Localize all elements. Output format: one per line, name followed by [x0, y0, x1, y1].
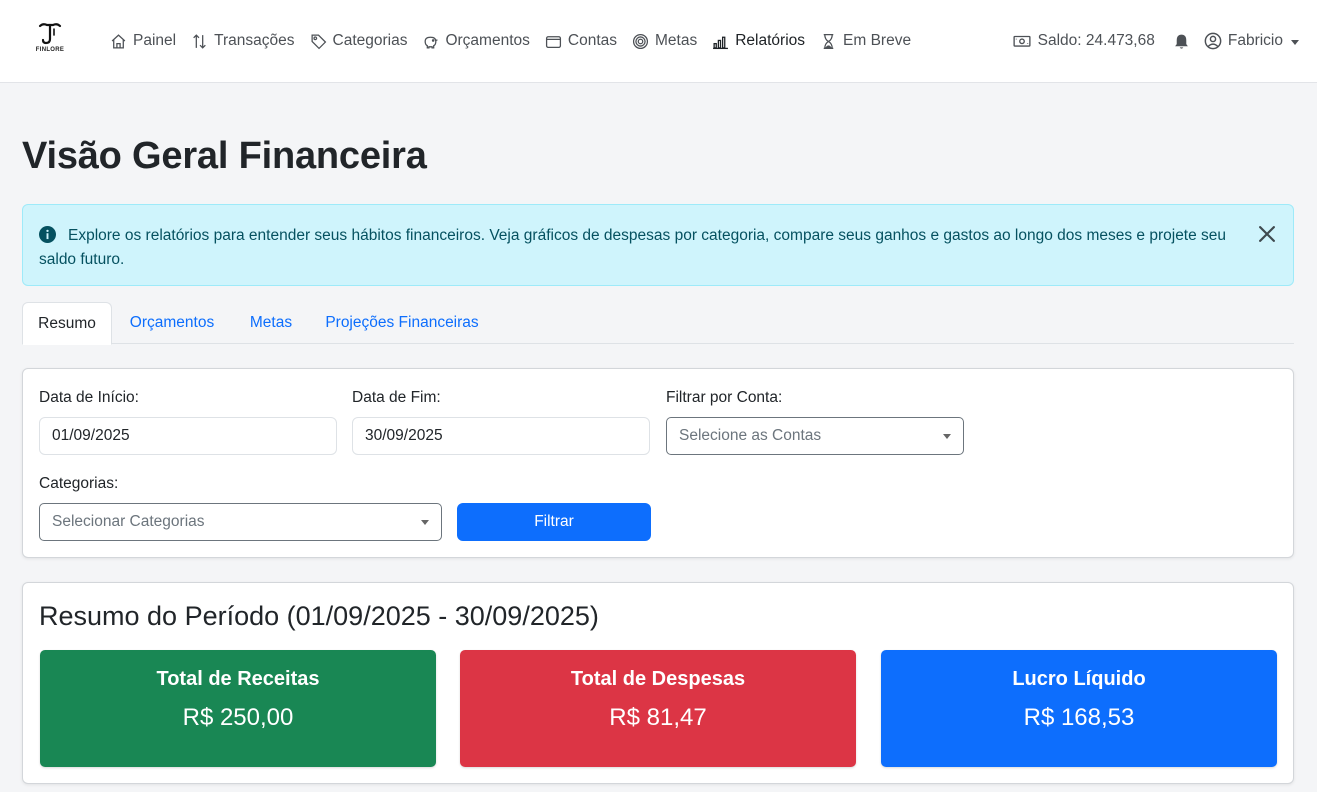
nav-item-label: Relatórios — [735, 32, 806, 49]
nav-item-label: Contas — [567, 32, 618, 49]
account-select-placeholder: Selecione as Contas — [679, 427, 822, 444]
start-date-label: Data de Início: — [39, 389, 139, 406]
brand-logo[interactable]: FINLORE — [28, 20, 72, 60]
period-summary-card: Resumo do Período (01/09/2025 - 30/09/20… — [22, 582, 1294, 784]
tag-icon — [310, 33, 326, 49]
nav-item-painel[interactable]: Painel — [110, 32, 176, 50]
account-select[interactable]: Selecione as Contas — [666, 417, 964, 455]
info-alert: Explore os relatórios para entender seus… — [22, 204, 1294, 286]
total-expense-label: Total de Despesas — [570, 668, 746, 690]
nav-item-label: Em Breve — [843, 32, 912, 49]
account-filter-label: Filtrar por Conta: — [666, 389, 783, 406]
nav-item-label: Painel — [133, 32, 177, 49]
alert-text: Explore os relatórios para entender seus… — [39, 227, 1227, 268]
piggy-bank-icon — [425, 36, 439, 49]
house-icon — [111, 33, 126, 49]
total-expense-value: R$ 81,47 — [609, 704, 707, 731]
categories-select-placeholder: Selecionar Categorias — [52, 513, 205, 530]
main-nav: Painel Transações Categorias Orçamentos … — [110, 28, 926, 54]
filter-button[interactable]: Filtrar — [457, 503, 651, 541]
tab-orcamentos[interactable]: Orçamentos — [118, 302, 226, 344]
nav-item-transacoes[interactable]: Transações — [191, 32, 295, 50]
net-profit-card: Lucro Líquido R$ 168,53 — [881, 650, 1277, 767]
balance-display: Saldo: 24.473,68 — [1013, 32, 1155, 50]
nav-item-orcamentos[interactable]: Orçamentos — [422, 32, 530, 50]
chevron-down-icon — [1291, 39, 1299, 45]
report-tabs: Resumo Orçamentos Metas Projeções Financ… — [22, 302, 1294, 345]
tab-metas[interactable]: Metas — [236, 302, 306, 344]
balance-text: Saldo: 24.473,68 — [1037, 32, 1155, 49]
start-date-input[interactable]: 01/09/2025 — [39, 417, 337, 455]
end-date-label: Data de Fim: — [352, 389, 441, 406]
net-profit-value: R$ 168,53 — [1023, 704, 1135, 731]
categories-select[interactable]: Selecionar Categorias — [39, 503, 442, 541]
bar-chart-icon — [713, 36, 729, 49]
nav-right: Saldo: 24.473,68 Fabricio — [1013, 28, 1299, 54]
page-title: Visão Geral Financeira — [22, 135, 427, 177]
nav-item-label: Transações — [214, 32, 295, 49]
summary-title: Resumo do Período (01/09/2025 - 30/09/20… — [39, 601, 599, 631]
user-name: Fabricio — [1227, 32, 1283, 49]
tab-resumo[interactable]: Resumo — [22, 302, 112, 345]
hourglass-icon — [823, 33, 834, 49]
total-income-value: R$ 250,00 — [182, 704, 294, 731]
nav-item-contas[interactable]: Contas — [545, 32, 617, 50]
target-icon — [632, 33, 649, 49]
nav-item-categorias[interactable]: Categorias — [310, 32, 408, 50]
filter-card: Data de Início: 01/09/2025 Data de Fim: … — [22, 368, 1294, 558]
end-date-input[interactable]: 30/09/2025 — [352, 417, 650, 455]
top-navbar: FINLORE Painel Transações Categorias Orç… — [0, 0, 1317, 83]
nav-item-em-breve[interactable]: Em Breve — [820, 32, 911, 50]
wallet-icon — [545, 35, 561, 48]
user-avatar-icon — [1204, 32, 1222, 50]
nav-item-label: Categorias — [332, 32, 408, 49]
categories-label: Categorias: — [39, 475, 119, 492]
cash-icon — [1013, 35, 1031, 47]
user-menu[interactable]: Fabricio — [1204, 32, 1299, 50]
tab-projecoes-financeiras[interactable]: Projeções Financeiras — [316, 302, 488, 344]
nav-item-relatorios[interactable]: Relatórios — [712, 32, 805, 50]
net-profit-label: Lucro Líquido — [1012, 668, 1146, 690]
bell-icon[interactable] — [1173, 33, 1190, 50]
finlore-logo-icon — [38, 23, 62, 45]
nav-item-label: Orçamentos — [445, 32, 530, 49]
brand-name: FINLORE — [35, 47, 65, 53]
nav-item-metas[interactable]: Metas — [632, 32, 697, 50]
chevron-down-icon — [943, 434, 951, 439]
total-income-card: Total de Receitas R$ 250,00 — [40, 650, 436, 767]
chevron-down-icon — [421, 520, 429, 525]
total-expense-card: Total de Despesas R$ 81,47 — [460, 650, 856, 767]
close-icon[interactable] — [1256, 223, 1278, 245]
total-income-label: Total de Receitas — [156, 668, 320, 690]
nav-item-label: Metas — [655, 32, 698, 49]
arrows-up-down-icon — [193, 33, 206, 49]
